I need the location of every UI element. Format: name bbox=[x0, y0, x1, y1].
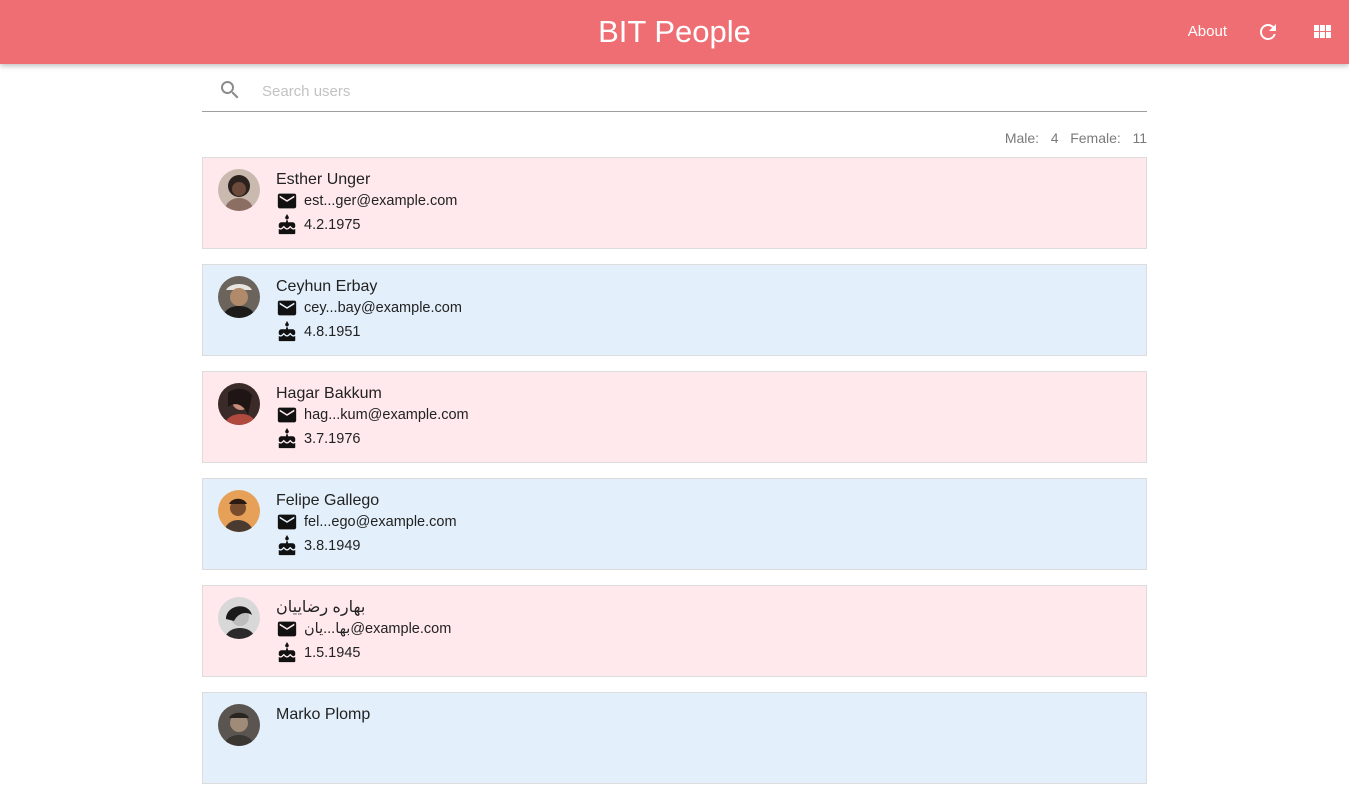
avatar bbox=[218, 276, 260, 318]
user-dob: 4.2.1975 bbox=[304, 217, 361, 233]
user-email: fel...ego@example.com bbox=[304, 514, 457, 530]
male-count: 4 bbox=[1050, 130, 1059, 146]
user-card[interactable]: Ceyhun Erbay cey...bay@example.com 4.8.1… bbox=[202, 264, 1147, 356]
female-count: 11 bbox=[1132, 130, 1147, 146]
refresh-icon[interactable] bbox=[1256, 20, 1280, 44]
female-label: Female: bbox=[1070, 130, 1121, 146]
cake-icon bbox=[276, 535, 298, 557]
male-label: Male: bbox=[1004, 130, 1040, 146]
email-icon bbox=[276, 190, 298, 212]
user-name: Ceyhun Erbay bbox=[276, 278, 378, 295]
user-card[interactable]: Esther Unger est...ger@example.com 4.2.1… bbox=[202, 157, 1147, 249]
avatar bbox=[218, 704, 260, 746]
user-dob: 3.8.1949 bbox=[304, 538, 361, 554]
cake-icon bbox=[276, 321, 298, 343]
grid-view-icon[interactable] bbox=[1310, 20, 1334, 44]
gender-stats: Male: 4 Female: 11 bbox=[202, 129, 1147, 147]
avatar bbox=[218, 169, 260, 211]
user-card[interactable]: Marko Plomp bbox=[202, 692, 1147, 784]
avatar bbox=[218, 490, 260, 532]
app-bar: BIT People About bbox=[0, 0, 1349, 64]
user-email: est...ger@example.com bbox=[304, 193, 458, 209]
cake-icon bbox=[276, 214, 298, 236]
user-dob: 4.8.1951 bbox=[304, 324, 361, 340]
app-title: BIT People bbox=[598, 14, 751, 49]
search-icon bbox=[218, 78, 242, 102]
search-bar bbox=[202, 72, 1147, 112]
user-email: hag...kum@example.com bbox=[304, 407, 469, 423]
user-name: Hagar Bakkum bbox=[276, 385, 382, 402]
email-icon bbox=[276, 618, 298, 640]
user-card[interactable]: بهاره رضاییان بها...یان@example.com 1.5.… bbox=[202, 585, 1147, 677]
user-dob: 1.5.1945 bbox=[304, 645, 361, 661]
search-input[interactable] bbox=[262, 78, 1122, 104]
avatar bbox=[218, 597, 260, 639]
user-dob: 3.7.1976 bbox=[304, 431, 361, 447]
user-list: Esther Unger est...ger@example.com 4.2.1… bbox=[202, 157, 1147, 799]
email-icon bbox=[276, 511, 298, 533]
email-icon bbox=[276, 404, 298, 426]
cake-icon bbox=[276, 642, 298, 664]
user-name: Esther Unger bbox=[276, 171, 371, 188]
user-name: Marko Plomp bbox=[276, 706, 371, 723]
user-email: cey...bay@example.com bbox=[304, 300, 462, 316]
about-link[interactable]: About bbox=[1188, 22, 1227, 42]
avatar bbox=[218, 383, 260, 425]
email-icon bbox=[276, 297, 298, 319]
user-card[interactable]: Hagar Bakkum hag...kum@example.com 3.7.1… bbox=[202, 371, 1147, 463]
user-email: بها...یان@example.com bbox=[304, 621, 452, 637]
cake-icon bbox=[276, 428, 298, 450]
user-card[interactable]: Felipe Gallego fel...ego@example.com 3.8… bbox=[202, 478, 1147, 570]
user-name: بهاره رضاییان bbox=[276, 599, 366, 616]
user-name: Felipe Gallego bbox=[276, 492, 380, 509]
